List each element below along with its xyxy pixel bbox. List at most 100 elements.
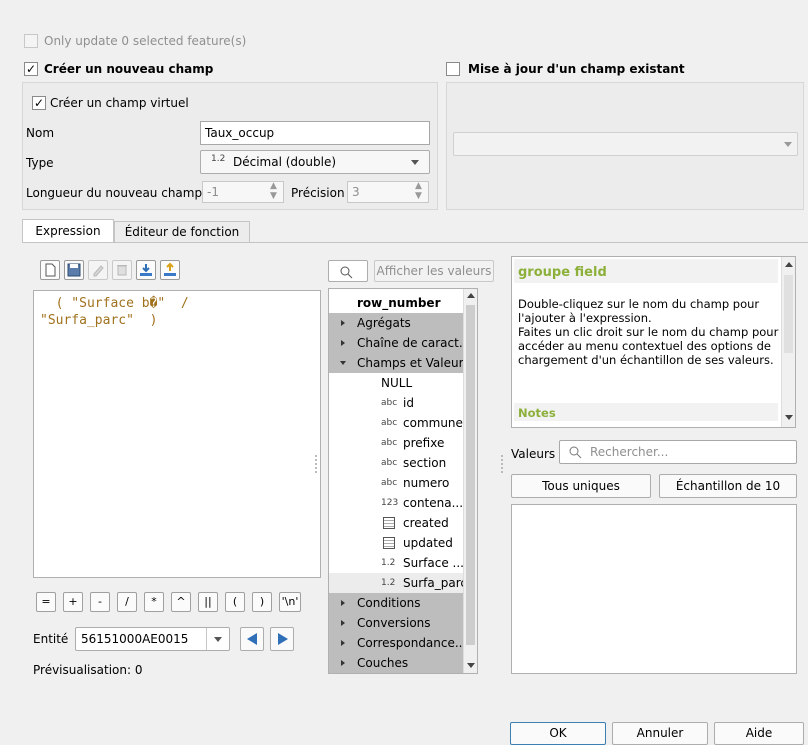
search-icon [340,266,353,279]
create-new-field-label: Créer un nouveau champ [44,62,214,76]
operator-power-button[interactable]: ^ [171,592,191,612]
ok-label: OK [549,726,567,740]
splitter-handle[interactable] [501,455,503,473]
triangle-left-icon [247,633,257,645]
function-tree[interactable]: row_number Agrégats Chaîne de caract... … [328,288,478,674]
update-existing-checkbox[interactable] [446,62,460,76]
tab-expression[interactable]: Expression [22,219,114,243]
values-list[interactable] [511,504,797,674]
help-title: groupe field [518,265,607,280]
tree-item-row-number[interactable]: row_number [329,293,465,313]
triangle-right-icon [278,633,288,645]
tree-item-layers[interactable]: Couches [329,653,465,673]
tree-item-fields-values[interactable]: Champs et Valeurs [329,353,470,373]
help-notes: Notes [518,406,556,420]
tree-item-string[interactable]: Chaîne de caract... [329,333,470,353]
chevron-down-icon [411,160,419,165]
scroll-up-icon [467,293,475,298]
only-update-checkbox[interactable] [24,34,38,48]
existing-field-combo[interactable] [453,132,798,156]
expression-editor[interactable]: ( "Surface b�" / "Surfa_parc" ) [33,290,321,578]
cancel-button[interactable]: Annuler [612,722,708,745]
tree-item-field[interactable]: updated [329,533,465,553]
length-spin-arrows-icon: ▲ ▼ [270,181,277,201]
values-label: Valeurs [511,447,556,461]
calendar-icon [383,517,395,529]
tree-item-field[interactable]: 123 contena... [329,493,465,513]
edit-icon[interactable] [88,260,108,280]
help-panel: groupe field Double-cliquez sur le nom d… [511,256,796,428]
all-unique-button[interactable]: Tous uniques [511,474,651,498]
expand-arrow-icon [341,340,345,346]
type-label: Type [26,156,54,170]
tree-item-field[interactable]: abc commune [329,413,465,433]
cancel-label: Annuler [636,726,684,740]
tree-scrollbar[interactable] [463,289,477,673]
name-input[interactable]: Taux_occup [200,121,430,145]
tree-item-field[interactable]: abc id [329,393,465,413]
operator-close-paren-button[interactable]: ) [252,592,272,612]
values-search-input[interactable]: Rechercher... [559,440,797,464]
operator-open-paren-button[interactable]: ( [225,592,245,612]
tree-item-matching[interactable]: Correspondance... [329,633,466,653]
tree-item-field[interactable]: abc numero [329,473,465,493]
show-values-button[interactable]: Afficher les valeurs [374,260,494,282]
search-field[interactable] [328,260,368,282]
operator-plus-button[interactable]: + [63,592,83,612]
import-icon[interactable] [136,260,156,280]
scroll-thumb[interactable] [466,305,475,645]
scroll-up-icon [785,262,793,267]
all-unique-label: Tous uniques [542,479,620,493]
new-file-icon[interactable] [40,260,60,280]
calendar-icon [383,537,395,549]
type-combo[interactable]: 1.2 Décimal (double) [200,150,430,174]
tree-item-field[interactable]: 1.2 Surface ... [329,553,465,573]
operator-multiply-button[interactable]: * [144,592,164,612]
help-scrollbar[interactable] [781,257,795,427]
collapse-arrow-icon [340,361,346,365]
combo-divider [206,628,207,650]
export-icon[interactable] [160,260,180,280]
next-entity-button[interactable] [270,627,294,651]
delete-icon[interactable] [112,260,132,280]
expression-line-1: ( "Surface b�" / [40,296,189,311]
expand-arrow-icon [341,320,345,326]
tree-item-aggregates[interactable]: Agrégats [329,313,465,333]
entity-combo[interactable]: 56151000AE0015 [75,627,230,651]
chevron-down-icon [784,142,792,147]
tree-item-field-hover[interactable]: 1.2 Surfa_parc [329,573,467,593]
search-icon [569,446,582,459]
operator-equals-button[interactable]: = [36,592,56,612]
operator-concat-button[interactable]: || [198,592,218,612]
length-label: Longueur du nouveau champ [26,186,203,200]
type-value: Décimal (double) [233,155,337,169]
tree-item-conditions[interactable]: Conditions [329,593,465,613]
update-existing-label: Mise à jour d'un champ existant [468,62,685,76]
tree-item-field[interactable]: abc prefixe [329,433,465,453]
sample-10-button[interactable]: Échantillon de 10 [659,474,797,498]
tree-item-field[interactable]: created [329,513,465,533]
virtual-field-checkbox[interactable]: ✓ [32,96,46,110]
tree-item-conversions[interactable]: Conversions [329,613,465,633]
tab-function-editor[interactable]: Éditeur de fonction [114,221,250,243]
previous-entity-button[interactable] [240,627,264,651]
save-icon[interactable] [64,260,84,280]
entity-value: 56151000AE0015 [81,632,189,646]
help-button[interactable]: Aide [714,722,804,745]
help-label: Aide [745,726,773,740]
tree-item-null[interactable]: NULL [329,373,465,393]
scroll-down-icon [467,663,475,668]
tree-item-field[interactable]: abc section [329,453,465,473]
operator-divide-button[interactable]: / [117,592,137,612]
splitter-handle[interactable] [315,455,317,473]
only-update-label: Only update 0 selected feature(s) [44,34,247,48]
create-new-field-checkbox[interactable]: ✓ [24,62,38,76]
help-body: Double-cliquez sur le nom du champ pour … [518,297,779,367]
ok-button[interactable]: OK [510,722,606,745]
expand-arrow-icon [341,600,345,606]
operator-minus-button[interactable]: - [90,592,110,612]
scroll-thumb[interactable] [784,275,793,353]
entity-label: Entité [33,632,69,646]
operator-newline-button[interactable]: '\n' [279,592,301,612]
virtual-field-label: Créer un champ virtuel [50,96,189,110]
